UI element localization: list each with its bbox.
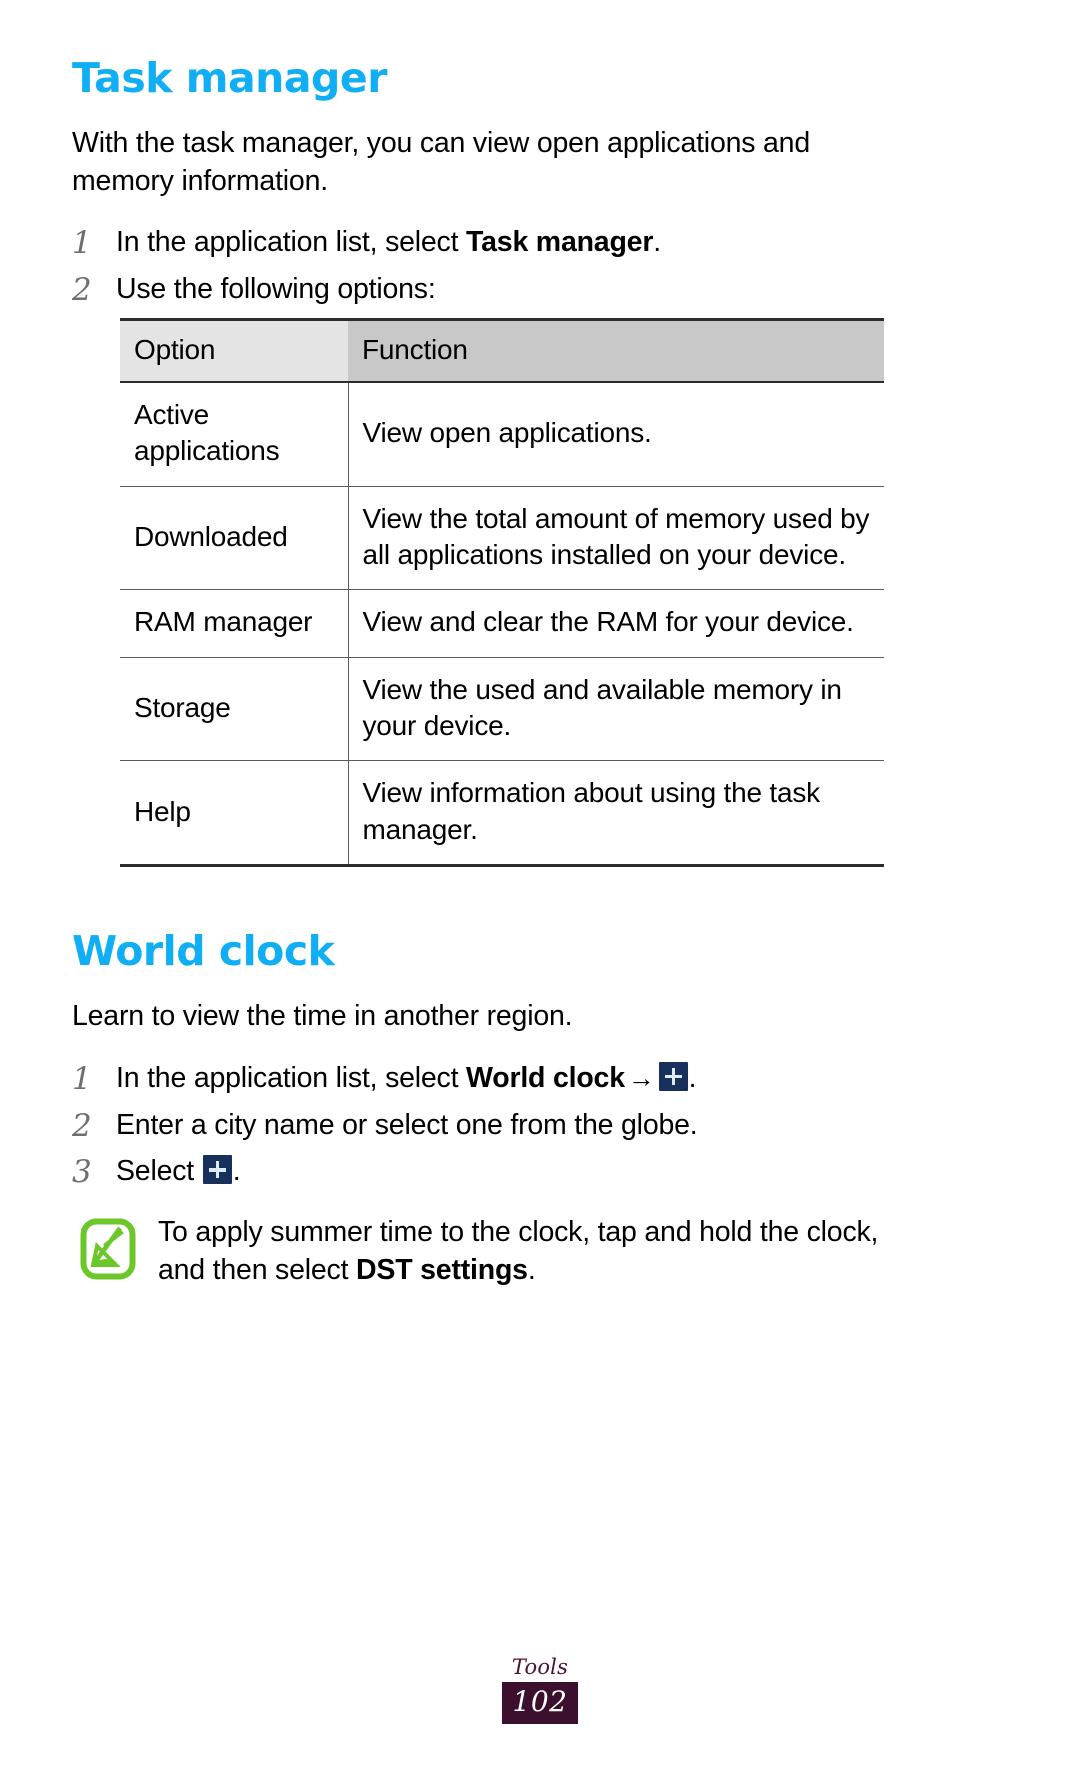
step-number: 2 — [72, 271, 92, 308]
task-manager-step-2: 2 Use the following options: — [72, 271, 884, 310]
world-clock-step-3: 3 Select . — [72, 1153, 884, 1192]
table-header-function: Function — [348, 317, 884, 383]
note-text-suffix: . — [527, 1253, 536, 1286]
step-text: Use the following options: — [116, 271, 884, 308]
table-head: Option Function — [120, 317, 884, 383]
step-number: 3 — [72, 1154, 92, 1191]
page-title-task-manager: Task manager — [72, 54, 387, 102]
note-pencil-icon — [80, 1218, 136, 1280]
table-body: Active applications View open applicatio… — [120, 381, 884, 868]
step-text-prefix: Use the following options: — [116, 272, 436, 305]
table-cell-function: View the used and available memory in yo… — [348, 657, 884, 762]
page-number-badge: 102 — [501, 1682, 579, 1724]
table-cell-function: View and clear the RAM for your device. — [348, 589, 884, 658]
world-clock-step-1: 1 In the application list, select World … — [72, 1060, 884, 1099]
note-text: To apply summer time to the clock, tap a… — [158, 1214, 884, 1289]
note-text-bold: DST settings — [356, 1253, 528, 1286]
step-text-suffix: . — [232, 1155, 241, 1188]
world-clock-step-2: 2 Enter a city name or select one from t… — [72, 1107, 884, 1146]
step-text-suffix: . — [653, 226, 661, 259]
table-row: Help View information about using the ta… — [120, 760, 884, 868]
step-text: Select . — [116, 1153, 884, 1190]
step-text-prefix: In the application list, select — [116, 1061, 467, 1094]
task-manager-step-1: 1 In the application list, select Task m… — [72, 224, 884, 263]
step-text-prefix: Select — [116, 1155, 202, 1188]
table-cell-option: Active applications — [120, 381, 349, 487]
footer-chapter-label: Tools — [511, 1655, 569, 1679]
step-text: Enter a city name or select one from the… — [116, 1107, 884, 1144]
step-text-prefix: In the application list, select — [116, 226, 467, 259]
step-text-bold: Task manager — [466, 226, 654, 259]
note-block: To apply summer time to the clock, tap a… — [72, 1214, 884, 1289]
manual-page: Task manager With the task manager, you … — [0, 0, 1080, 1771]
table-row: Active applications View open applicatio… — [120, 381, 884, 487]
table-cell-option: RAM manager — [120, 589, 349, 658]
table-header-option: Option — [120, 317, 348, 383]
table-cell-function: View the total amount of memory used by … — [348, 486, 884, 591]
table-header-row: Option Function — [120, 317, 884, 383]
table-cell-option: Storage — [120, 657, 349, 762]
table-cell-option: Help — [120, 760, 349, 868]
step-number: 1 — [72, 1060, 92, 1097]
table-cell-function: View open applications. — [348, 381, 884, 487]
table-cell-function: View information about using the task ma… — [348, 760, 884, 868]
task-manager-intro: With the task manager, you can view open… — [72, 127, 810, 197]
step-text-suffix: . — [688, 1061, 697, 1094]
task-manager-options-table: Option Function Active applications View… — [120, 317, 884, 868]
plus-icon[interactable] — [658, 1061, 688, 1091]
step-text: In the application list, select Task man… — [116, 224, 884, 261]
page-footer: Tools 102 — [0, 1655, 1080, 1724]
step-number: 2 — [72, 1107, 92, 1144]
table-row: Storage View the used and available memo… — [120, 657, 884, 762]
step-number: 1 — [72, 225, 92, 262]
table-row: Downloaded View the total amount of memo… — [120, 486, 884, 591]
plus-icon[interactable] — [202, 1155, 232, 1185]
page-content: Task manager With the task manager, you … — [72, 58, 884, 1289]
step-text: In the application list, select World cl… — [116, 1060, 884, 1097]
table-row: RAM manager View and clear the RAM for y… — [120, 589, 884, 658]
table-cell-option: Downloaded — [120, 486, 349, 591]
world-clock-intro: Learn to view the time in another region… — [72, 1000, 573, 1033]
step-text-prefix: Enter a city name or select one from the… — [116, 1108, 698, 1141]
step-text-bold: World clock — [466, 1061, 625, 1094]
arrow-right-icon: → — [627, 1062, 655, 1093]
page-title-world-clock: World clock — [72, 927, 335, 976]
